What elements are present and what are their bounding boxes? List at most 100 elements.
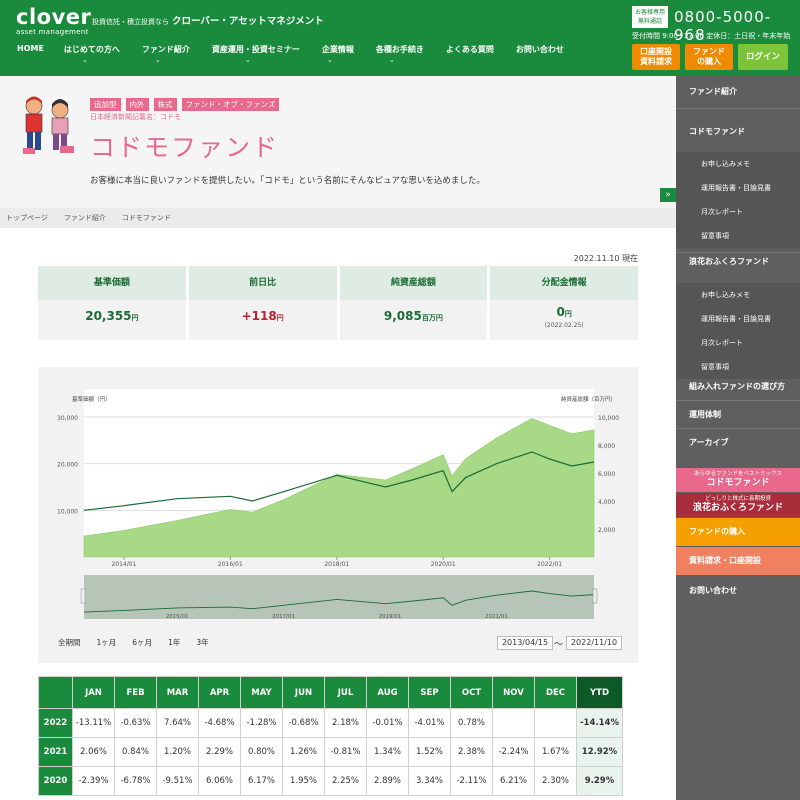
site-header: clover asset management 投資信託・積立投資なら クローバー… xyxy=(0,0,800,76)
return-cell: -14.14% xyxy=(576,708,623,738)
range-3y[interactable]: 3年 xyxy=(196,637,208,648)
stat-value: 9,085百万円 xyxy=(340,300,488,340)
nav-label: よくある質問 xyxy=(445,45,494,54)
nav-beginners[interactable]: はじめての方へ ⌄ xyxy=(44,44,120,68)
fund-tags: 追加型 内外 株式 ファンド・オブ・ファンズ xyxy=(90,98,280,111)
stat-label: 基準価額 xyxy=(38,266,186,300)
fund-hero: 追加型 内外 株式 ファンド・オブ・ファンズ 日本経済新聞記載名：コドモ コドモ… xyxy=(0,76,676,208)
month-header: SEP xyxy=(408,676,451,709)
sidebar-item-archive[interactable]: アーカイブ xyxy=(676,430,800,456)
sidebar-subitem[interactable]: 運用報告書・目論見書 xyxy=(676,307,800,331)
return-cell: 0.80% xyxy=(240,737,283,767)
sidebar-subitem[interactable]: 留意事項 xyxy=(676,224,800,248)
breadcrumb-current: コドモファンド xyxy=(121,214,171,222)
date-to-input[interactable]: 2022/11/10 xyxy=(566,636,622,650)
right-tick-label: 4,000 xyxy=(598,499,615,506)
return-cell: 2.30% xyxy=(534,766,577,796)
sidebar-item-selection[interactable]: 組み入れファンドの選び方 xyxy=(676,374,800,400)
sidebar-contact[interactable]: お問い合わせ xyxy=(676,576,800,606)
sidebar-item-system[interactable]: 運用体制 xyxy=(676,402,800,428)
return-cell: -1.28% xyxy=(240,708,283,738)
divider xyxy=(676,428,800,429)
return-cell: 7.64% xyxy=(156,708,199,738)
return-cell: 12.92% xyxy=(576,737,623,767)
return-cell: -13.11% xyxy=(72,708,115,738)
stat-label: 分配金情報 xyxy=(490,266,638,300)
tagline: 投資信託・積立投資なら クローバー・アセットマネジメント xyxy=(92,13,324,27)
logo[interactable]: clover asset management xyxy=(16,6,91,36)
nav-label: はじめての方へ xyxy=(63,45,120,54)
nav-seminar[interactable]: 資産運用・投資セミナー ⌄ xyxy=(190,44,300,68)
return-cell: 6.06% xyxy=(198,766,241,796)
year-cell: 2022 xyxy=(38,708,73,738)
sidebar-subitem[interactable]: 月次レポート xyxy=(676,200,800,224)
fund-tag: 株式 xyxy=(153,98,177,111)
range-1m[interactable]: 1ヶ月 xyxy=(97,637,117,648)
fund-stats: 基準価額 20,355円 前日比 +118円 純資産総額 9,085百万円 分配… xyxy=(38,266,638,340)
return-cell: 9.29% xyxy=(576,766,623,796)
nav-home[interactable]: HOME xyxy=(0,44,44,68)
sidebar-subitem[interactable]: お申し込みメモ xyxy=(676,283,800,307)
return-cell: 1.26% xyxy=(282,737,325,767)
range-6m[interactable]: 6ヶ月 xyxy=(132,637,152,648)
sidebar-docs-button[interactable]: 資料請求・口座開設 xyxy=(676,547,800,575)
nav-company[interactable]: 企業情報 ⌄ xyxy=(300,44,354,68)
return-cell: 1.95% xyxy=(282,766,325,796)
logo-main: clover xyxy=(16,5,92,29)
return-cell: -4.68% xyxy=(198,708,241,738)
date-from-input[interactable]: 2013/04/15 xyxy=(497,636,553,650)
left-tick-label: 10,000 xyxy=(57,508,78,515)
price-chart[interactable]: 10,000 20,000 30,000 2,000 4,000 6,000 8,000 10… xyxy=(38,367,638,663)
sidebar-item-kodomo[interactable]: コドモファンド xyxy=(676,116,800,148)
sidebar-buy-button[interactable]: ファンドの購入 xyxy=(676,518,800,546)
sidebar-item-naniwa[interactable]: 浪花おふくろファンド xyxy=(676,246,800,278)
return-cell: -2.24% xyxy=(492,737,535,767)
stat-nav: 基準価額 20,355円 xyxy=(38,266,186,340)
kodomo-banner[interactable]: あらゆるファンドをベストミックス コドモファンド xyxy=(676,468,800,492)
left-tick-label: 30,000 xyxy=(57,415,78,422)
range-all[interactable]: 全期間 xyxy=(58,637,81,648)
sidebar-subitem[interactable]: お申し込みメモ xyxy=(676,152,800,176)
stat-value: 20,355円 xyxy=(38,300,186,340)
naniwa-banner[interactable]: どっしりと株式に長期投資 浪花おふくろファンド xyxy=(676,493,800,517)
return-cell: -9.51% xyxy=(156,766,199,796)
buy-fund-button[interactable]: ファンド の購入 xyxy=(685,44,733,70)
button-line: 口座開設 xyxy=(640,47,672,56)
nav-funds[interactable]: ファンド紹介 ⌄ xyxy=(120,44,190,68)
tagline-bold: クローバー・アセットマネジメント xyxy=(172,16,324,27)
return-cell: -6.78% xyxy=(114,766,157,796)
range-1y[interactable]: 1年 xyxy=(168,637,180,648)
tagline-small: 投資信託・積立投資なら xyxy=(92,18,169,26)
navigator-area xyxy=(84,575,594,619)
month-header: JAN xyxy=(72,676,115,709)
stat-note: (2022.02.25) xyxy=(544,322,584,329)
price-chart-panel: 10,000 20,000 30,000 2,000 4,000 6,000 8,000 10… xyxy=(38,367,638,663)
nav-procedures[interactable]: 各種お手続き ⌄ xyxy=(354,44,424,68)
month-header: FEB xyxy=(114,676,157,709)
table-corner xyxy=(38,676,73,709)
nikkei-name: 日本経済新聞記載名：コドモ xyxy=(90,113,181,121)
login-button[interactable]: ログイン xyxy=(738,44,788,70)
account-open-button[interactable]: 口座開設 資料請求 xyxy=(632,44,680,70)
sidebar-item-funds[interactable]: ファンド紹介 xyxy=(676,76,800,108)
banner-title: 浪花おふくろファンド xyxy=(692,503,783,513)
as-of-date: 2022.11.10 現在 xyxy=(573,254,638,263)
fund-tag: ファンド・オブ・ファンズ xyxy=(181,98,280,111)
nav-contact[interactable]: お問い合わせ xyxy=(494,44,564,68)
free-call-badge: お客様専用 無料通話 xyxy=(632,6,668,28)
return-cell xyxy=(492,708,535,738)
sidebar-subitem[interactable]: 月次レポート xyxy=(676,331,800,355)
divider xyxy=(676,108,800,109)
return-cell: -0.68% xyxy=(282,708,325,738)
x-tick-label: 2016/01 xyxy=(218,561,243,568)
return-cell: -4.01% xyxy=(408,708,451,738)
month-header: APR xyxy=(198,676,241,709)
breadcrumb-funds[interactable]: ファンド紹介 xyxy=(64,213,106,223)
sidebar-toggle-button[interactable]: » xyxy=(660,188,676,202)
x-tick-label: 2014/01 xyxy=(111,561,136,568)
stat-value: +118円 xyxy=(189,300,337,340)
breadcrumb-home[interactable]: トップページ xyxy=(6,213,48,223)
nav-faq[interactable]: よくある質問 xyxy=(424,44,494,68)
return-cell: 2.06% xyxy=(72,737,115,767)
sidebar-subitem[interactable]: 運用報告書・目論見書 xyxy=(676,176,800,200)
